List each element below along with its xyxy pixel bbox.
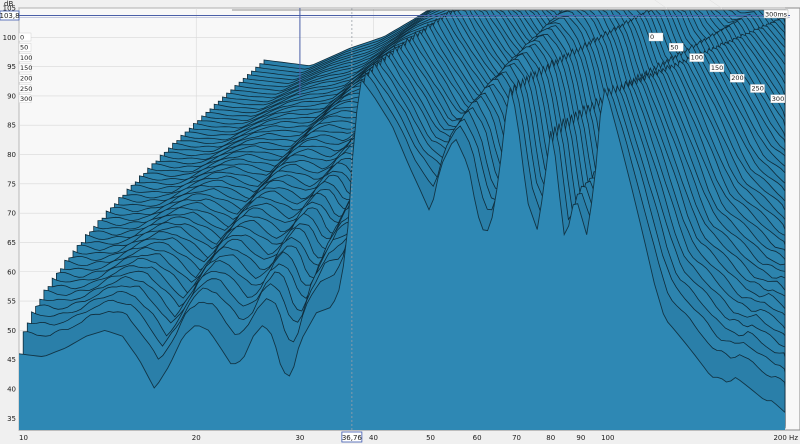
y-tick-label: 40 [7, 385, 16, 393]
x-tick-label: 20 [192, 434, 201, 442]
x-axis-end-label: 200 Hz [773, 434, 798, 442]
cursor-y-value: 103,8 [0, 12, 20, 20]
y-tick-label: 55 [7, 298, 16, 306]
x-tick-label: 30 [295, 434, 304, 442]
y-tick-label: 85 [7, 122, 16, 130]
svg-text:300ms: 300ms [765, 11, 788, 19]
cursor-x-value: 36,76 [342, 434, 363, 442]
time-axis-label: 300ms [763, 9, 789, 19]
x-tick-label: 100 [601, 434, 614, 442]
svg-text:0: 0 [650, 33, 654, 41]
time-slice-label-right: 250 [750, 84, 765, 93]
time-slice-label-right: 150 [709, 63, 725, 73]
time-slice-label-right: 50 [669, 43, 684, 52]
time-slice-label-right: 300 [770, 94, 785, 104]
y-tick-label: 35 [7, 415, 16, 423]
time-slice-label-left: 250 [18, 84, 32, 93]
x-axis: 10 20 30 40 50 60 70 80 90 100 200 Hz 36,76 [19, 431, 798, 443]
time-slice-label-right: 100 [689, 53, 704, 62]
svg-text:150: 150 [711, 64, 723, 72]
x-tick-label: 60 [473, 434, 482, 442]
y-tick-label: 50 [7, 327, 16, 335]
y-tick-label: 75 [7, 180, 16, 188]
time-slice-label-left: 200 [18, 73, 32, 83]
time-slice-label-left: 300 [18, 94, 32, 103]
x-tick-label: 50 [426, 434, 435, 442]
y-axis: dB35404550556065707580859095100105103,8 [0, 0, 20, 423]
x-tick-label: 40 [369, 434, 378, 442]
time-slice-label-right: 200 [730, 73, 745, 83]
time-slice-label-left: 150 [18, 63, 32, 72]
svg-text:200: 200 [731, 74, 743, 82]
svg-text:50: 50 [670, 43, 678, 51]
cursor-x-readout: 36,76 [341, 431, 363, 443]
y-tick-label: 95 [7, 63, 16, 71]
svg-text:250: 250 [752, 85, 764, 93]
y-tick-label: 60 [7, 268, 16, 276]
x-tick-label: 70 [512, 434, 521, 442]
y-tick-label: 90 [7, 92, 16, 100]
x-tick-label: 90 [576, 434, 585, 442]
svg-text:50: 50 [20, 44, 28, 52]
y-tick-label: 65 [7, 239, 16, 247]
y-tick-label: 70 [7, 210, 16, 218]
time-slice-label-right: 0 [648, 32, 664, 42]
svg-text:150: 150 [20, 64, 32, 72]
y-tick-label: 80 [7, 151, 16, 159]
svg-text:0: 0 [20, 33, 24, 41]
svg-text:200: 200 [20, 75, 32, 83]
svg-text:100: 100 [20, 54, 32, 62]
svg-text:250: 250 [20, 85, 32, 93]
x-tick-label: 10 [19, 434, 28, 442]
cursor-y-readout: 103,8 [0, 10, 20, 21]
svg-text:100: 100 [691, 54, 703, 62]
y-tick-label: 100 [3, 34, 16, 42]
y-tick-label: 45 [7, 356, 16, 364]
svg-text:300: 300 [20, 95, 32, 103]
time-slice-label-left: 50 [18, 43, 32, 52]
time-slice-label-left: 100 [18, 53, 32, 62]
time-slice-label-left: 0 [18, 32, 32, 41]
svg-text:300: 300 [772, 95, 784, 103]
waterfall-chart[interactable]: dB35404550556065707580859095100105103,8 … [0, 0, 800, 444]
x-tick-label: 80 [546, 434, 555, 442]
